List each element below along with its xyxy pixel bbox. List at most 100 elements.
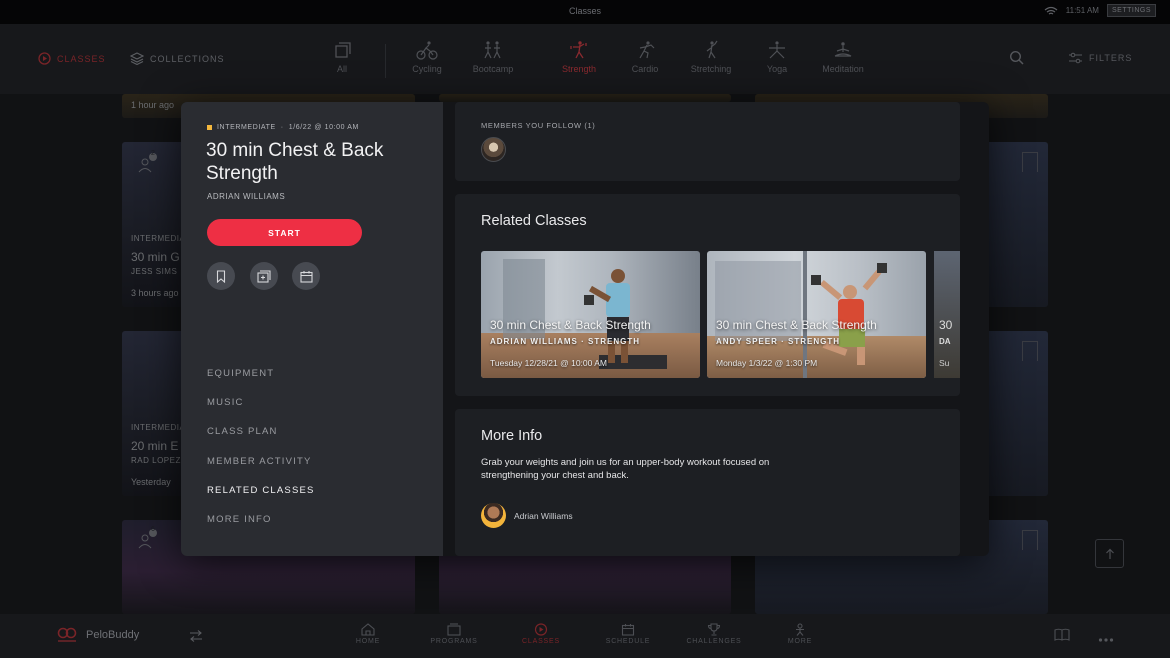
related-classes-heading: Related Classes (481, 213, 587, 229)
level-indicator-icon (207, 125, 212, 130)
stretching-icon (706, 40, 718, 59)
swap-button[interactable] (189, 629, 203, 647)
add-to-collection-button[interactable] (250, 262, 278, 290)
grid-icon (335, 42, 351, 58)
scroll-to-top-button[interactable] (1095, 539, 1124, 568)
class-date: 1/6/22 @ 10:00 AM (288, 124, 359, 131)
class-description: Grab your weights and join us for an upp… (481, 457, 770, 481)
brand: PeloBuddy (56, 627, 139, 643)
cardio-icon (639, 41, 655, 59)
class-summary-pane: INTERMEDIATE · 1/6/22 @ 10:00 AM 30 min … (181, 102, 443, 556)
instructor-name[interactable]: Adrian Williams (514, 511, 573, 521)
clock: 11:51 AM (1065, 6, 1099, 15)
bootcamp-icon (484, 41, 501, 59)
category-nav: CLASSES COLLECTIONS All Cycling Bootcamp… (0, 24, 1170, 94)
meditation-icon (834, 42, 852, 57)
menu-equipment[interactable]: EQUIPMENT (207, 368, 315, 397)
tab-schedule[interactable]: SCHEDULE (588, 623, 668, 645)
category-meditation[interactable]: Meditation (813, 40, 873, 74)
swap-arrows-icon (190, 630, 202, 642)
book-icon (1054, 628, 1070, 641)
strength-icon (570, 41, 587, 59)
nav-divider (385, 44, 386, 78)
bookmark-button[interactable] (207, 262, 235, 290)
ellipsis-icon (1098, 638, 1114, 642)
class-instructor: ADRIAN WILLIAMS (207, 192, 286, 201)
class-meta: INTERMEDIATE · 1/6/22 @ 10:00 AM (207, 124, 359, 131)
category-yoga[interactable]: Yoga (747, 40, 807, 74)
member-avatar[interactable] (481, 137, 506, 162)
class-detail-modal: INTERMEDIATE · 1/6/22 @ 10:00 AM 30 min … (181, 102, 989, 556)
instructor-avatar[interactable] (481, 503, 506, 528)
related-class-card-partial[interactable]: 30 DA Su (934, 251, 960, 378)
book-button[interactable] (1054, 628, 1070, 646)
filters-button[interactable]: FILTERS (1068, 52, 1132, 64)
menu-member-activity[interactable]: MEMBER ACTIVITY (207, 456, 315, 485)
category-strength[interactable]: Strength (549, 40, 609, 74)
related-classes-panel: Related Classes 30 min Chest & Back Stre… (455, 194, 960, 396)
menu-music[interactable]: MUSIC (207, 397, 315, 426)
window-title: Classes (568, 6, 601, 16)
detail-section-menu: EQUIPMENT MUSIC CLASS PLAN MEMBER ACTIVI… (207, 368, 315, 543)
calendar-icon (621, 624, 635, 636)
cycling-icon (416, 41, 438, 60)
tab-classes[interactable]: CLASSES (501, 623, 581, 645)
calendar-icon (299, 270, 313, 283)
person-icon (796, 623, 804, 636)
tab-home[interactable]: HOME (328, 623, 408, 645)
collections-link[interactable]: COLLECTIONS (130, 52, 225, 65)
tab-programs[interactable]: PROGRAMS (414, 623, 494, 645)
category-bootcamp[interactable]: Bootcamp (463, 40, 523, 74)
search-icon (1009, 50, 1024, 65)
more-options-button[interactable] (1098, 630, 1114, 648)
start-button[interactable]: START (207, 219, 362, 246)
category-all[interactable]: All (312, 40, 372, 74)
menu-related-classes[interactable]: RELATED CLASSES (207, 485, 315, 514)
trophy-icon (707, 623, 721, 636)
class-level: INTERMEDIATE (217, 124, 276, 131)
related-class-card[interactable]: 30 min Chest & Back Strength ANDY SPEER … (707, 251, 926, 378)
settings-button[interactable]: SETTINGS (1106, 4, 1156, 17)
play-circle-icon (534, 623, 548, 636)
play-circle-icon (38, 52, 51, 65)
more-info-heading: More Info (481, 428, 543, 444)
related-class-card[interactable]: 30 min Chest & Back Strength ADRIAN WILL… (481, 251, 700, 378)
menu-more-info[interactable]: MORE INFO (207, 514, 315, 543)
programs-icon (447, 623, 461, 636)
tab-challenges[interactable]: CHALLENGES (674, 623, 754, 645)
classes-link[interactable]: CLASSES (38, 52, 106, 65)
class-title: 30 min Chest & Back Strength (206, 140, 384, 184)
category-stretching[interactable]: Stretching (681, 40, 741, 74)
stack-icon (130, 52, 144, 65)
schedule-button[interactable] (292, 262, 320, 290)
category-cardio[interactable]: Cardio (615, 40, 675, 74)
more-info-panel: More Info Grab your weights and join us … (455, 409, 960, 556)
add-collection-icon (257, 269, 271, 283)
members-you-follow-panel: MEMBERS YOU FOLLOW (1) (455, 102, 960, 181)
search-button[interactable] (1009, 50, 1025, 71)
menu-class-plan[interactable]: CLASS PLAN (207, 426, 315, 455)
related-class-info: ADRIAN WILLIAMS · STRENGTH (490, 337, 640, 346)
status-right: 11:51 AM SETTINGS (1044, 4, 1156, 17)
related-class-info: ANDY SPEER · STRENGTH (716, 337, 840, 346)
members-label: MEMBERS YOU FOLLOW (1) (481, 121, 596, 130)
bookmark-icon[interactable] (1022, 152, 1038, 172)
arrow-up-icon (1105, 548, 1114, 559)
sliders-icon (1069, 52, 1082, 64)
wifi-icon (1044, 6, 1058, 14)
status-bar: Classes 11:51 AM SETTINGS (0, 0, 1170, 24)
related-class-date: Tuesday 12/28/21 @ 10:00 AM (490, 358, 607, 368)
tab-more[interactable]: MORE (760, 623, 840, 645)
bg-class-card[interactable] (439, 94, 731, 102)
category-cycling[interactable]: Cycling (397, 40, 457, 74)
bookmark-icon (216, 269, 226, 283)
bookmark-icon[interactable] (1022, 341, 1038, 361)
bookmark-icon[interactable] (1022, 530, 1038, 550)
related-class-title: 30 min Chest & Back Strength (716, 318, 877, 332)
bottom-nav: PeloBuddy HOME PROGRAMS CLASSES SCHEDULE… (0, 614, 1170, 658)
related-class-date: Monday 1/3/22 @ 1:30 PM (716, 358, 818, 368)
related-class-title: 30 min Chest & Back Strength (490, 318, 651, 332)
yoga-icon (769, 41, 785, 59)
home-icon (361, 623, 375, 636)
pelobuddy-logo-icon (57, 627, 77, 642)
